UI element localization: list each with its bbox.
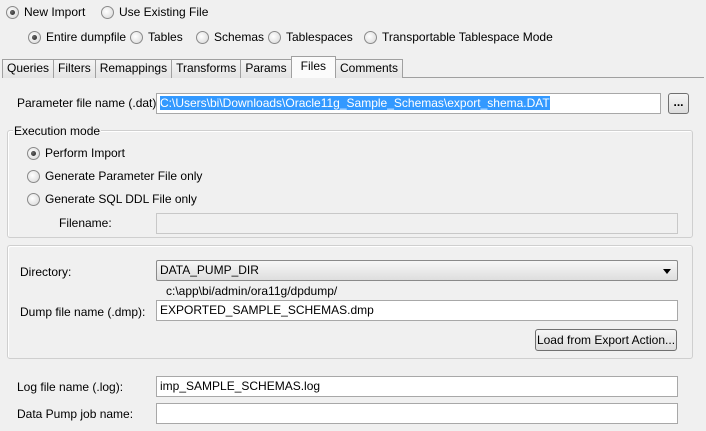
tab-remappings[interactable]: Remappings xyxy=(95,59,173,78)
radio-indicator xyxy=(27,146,40,160)
radio-indicator xyxy=(196,30,209,44)
dump-file-input[interactable]: EXPORTED_SAMPLE_SCHEMAS.dmp xyxy=(156,300,678,321)
tablespaces-label: Tablespaces xyxy=(286,30,353,44)
tables-label: Tables xyxy=(148,30,183,44)
dump-file-label: Dump file name (.dmp): xyxy=(20,305,146,319)
directory-value: DATA_PUMP_DIR xyxy=(160,263,259,277)
tab-filters[interactable]: Filters xyxy=(54,59,96,78)
tab-bar: Queries Filters Remappings Transforms Pa… xyxy=(2,56,404,78)
job-name-label: Data Pump job name: xyxy=(17,407,134,421)
radio-indicator xyxy=(268,30,281,44)
radio-indicator xyxy=(364,30,377,44)
radio-indicator xyxy=(6,5,19,19)
perform-import-label: Perform Import xyxy=(45,146,126,160)
transportable-tablespace-radio[interactable]: Transportable Tablespace Mode xyxy=(364,30,553,44)
load-from-export-action-button[interactable]: Load from Export Action... xyxy=(535,329,677,351)
new-import-label: New Import xyxy=(24,5,86,19)
job-name-input[interactable] xyxy=(156,403,678,424)
new-import-radio[interactable]: New Import xyxy=(6,5,85,19)
filename-label: Filename: xyxy=(59,216,112,230)
radio-indicator xyxy=(27,192,40,206)
parameter-file-label: Parameter file name (.dat): xyxy=(17,96,160,110)
radio-indicator xyxy=(130,30,143,44)
directory-label: Directory: xyxy=(20,265,72,279)
transportable-tablespace-label: Transportable Tablespace Mode xyxy=(382,30,553,44)
directory-select[interactable]: DATA_PUMP_DIR xyxy=(156,260,678,281)
perform-import-radio[interactable]: Perform Import xyxy=(27,146,125,160)
tab-comments[interactable]: Comments xyxy=(336,59,404,78)
parameter-file-input[interactable]: C:\Users\bi\Downloads\Oracle11g_Sample_S… xyxy=(156,93,661,114)
log-file-input[interactable]: imp_SAMPLE_SCHEMAS.log xyxy=(156,376,678,397)
schemas-radio[interactable]: Schemas xyxy=(196,30,264,44)
radio-indicator xyxy=(27,169,40,183)
generate-sql-ddl-label: Generate SQL DDL File only xyxy=(45,192,197,206)
execution-mode-title: Execution mode xyxy=(13,124,102,138)
radio-indicator xyxy=(101,5,114,19)
generate-parameter-file-label: Generate Parameter File only xyxy=(45,169,203,183)
use-existing-file-radio[interactable]: Use Existing File xyxy=(101,5,208,19)
browse-parameter-file-button[interactable]: ... xyxy=(668,93,689,114)
chevron-down-icon xyxy=(663,269,671,274)
tab-files[interactable]: Files xyxy=(290,56,336,78)
generate-parameter-file-radio[interactable]: Generate Parameter File only xyxy=(27,169,202,183)
tables-radio[interactable]: Tables xyxy=(130,30,183,44)
entire-dumpfile-radio[interactable]: Entire dumpfile xyxy=(28,30,126,44)
generate-sql-ddl-radio[interactable]: Generate SQL DDL File only xyxy=(27,192,197,206)
parameter-file-value: C:\Users\bi\Downloads\Oracle11g_Sample_S… xyxy=(160,96,550,110)
log-file-label: Log file name (.log): xyxy=(17,380,124,394)
filename-input[interactable] xyxy=(156,213,678,234)
tablespaces-radio[interactable]: Tablespaces xyxy=(268,30,353,44)
use-existing-file-label: Use Existing File xyxy=(119,5,209,19)
tab-params[interactable]: Params xyxy=(241,59,292,78)
schemas-label: Schemas xyxy=(214,30,265,44)
directory-path: c:\app\bi/admin/ora11g/dpdump/ xyxy=(166,284,338,298)
tab-queries[interactable]: Queries xyxy=(2,59,55,78)
tab-transforms[interactable]: Transforms xyxy=(172,59,242,78)
radio-indicator xyxy=(28,30,41,44)
entire-dumpfile-label: Entire dumpfile xyxy=(46,30,127,44)
